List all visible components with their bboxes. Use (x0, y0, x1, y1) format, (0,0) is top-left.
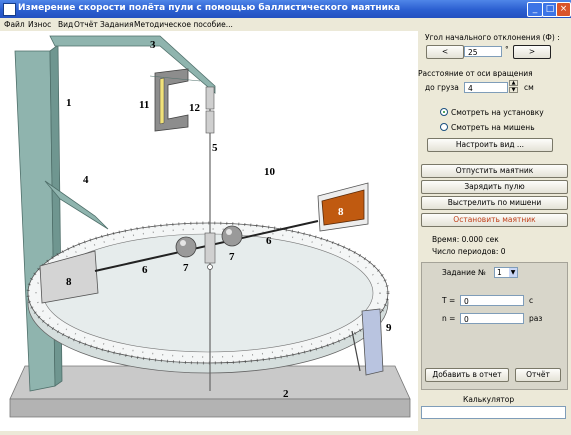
callout-6-right: 6 (266, 235, 272, 247)
release-pendulum-button[interactable]: Отпустить маятник (421, 164, 568, 178)
load-bullet-button[interactable]: Зарядить пулю (421, 180, 568, 194)
distance-unit: см (524, 83, 534, 92)
fire-button[interactable]: Выстрелить по мишени (421, 196, 568, 210)
radio-view-setup-label: Смотреть на установку (451, 108, 544, 117)
weight-left-highlight (180, 240, 186, 246)
add-to-report-button[interactable]: Добавить в отчет (425, 368, 509, 382)
callout-10: 10 (264, 166, 276, 178)
task-box: Задание № 1 ▼ T = 0 с n = 0 раз Добавить… (421, 262, 568, 390)
menu-tasks[interactable]: Задания (100, 20, 133, 29)
n-label: n = (442, 314, 456, 323)
pendulum-upper-clamp (205, 86, 215, 110)
calculator-input[interactable] (421, 406, 566, 419)
top-arm (49, 35, 216, 94)
control-panel: Угол начального отклонения (Ф) : < 25 ° … (418, 31, 571, 431)
time-readout: Время: 0.000 сек (432, 235, 499, 244)
callout-4: 4 (83, 174, 89, 186)
menu-report[interactable]: Отчёт (74, 20, 98, 29)
task-select-value: 1 (497, 268, 502, 277)
menu-file[interactable]: Файл (4, 20, 25, 29)
angle-decrease-button[interactable]: < (426, 45, 464, 59)
task-label: Задание № (442, 268, 486, 277)
weight-left (175, 236, 197, 258)
app-icon (3, 3, 16, 16)
angle-input[interactable]: 25 (464, 46, 502, 57)
task-select[interactable]: 1 ▼ (494, 267, 518, 278)
chevron-down-icon: ▼ (509, 268, 517, 277)
window-titlebar: Измерение скорости полёта пули с помощью… (0, 0, 571, 18)
callout-8-right: 8 (338, 206, 344, 218)
T-label: T = (442, 296, 456, 305)
angle-increase-button[interactable]: > (513, 45, 551, 59)
callout-9: 9 (386, 322, 392, 334)
n-input[interactable]: 0 (460, 313, 524, 324)
angle-label: Угол начального отклонения (Ф) : (425, 33, 560, 42)
report-button[interactable]: Отчёт (515, 368, 561, 382)
callout-12: 12 (189, 102, 201, 114)
target-stand-9 (361, 308, 384, 376)
pendulum-axis (207, 264, 213, 270)
distance-spin-down[interactable]: ▼ (509, 87, 518, 93)
callout-3: 3 (150, 39, 156, 51)
T-input[interactable]: 0 (460, 295, 524, 306)
calculator-label: Калькулятор (463, 395, 515, 404)
menu-wear[interactable]: Износ (28, 20, 51, 29)
weight-right-highlight (226, 229, 232, 235)
radio-view-target[interactable] (440, 123, 448, 131)
pendulum-scene[interactable]: 1 2 3 4 5 6 6 7 7 8 8 9 10 11 12 (0, 31, 419, 431)
callout-11: 11 (139, 99, 149, 111)
stand-column (14, 50, 56, 392)
distance-spin-up[interactable]: ▲ (509, 80, 518, 86)
callout-5: 5 (212, 142, 218, 154)
weight-right (221, 225, 243, 247)
pendulum-illustration: 1 2 3 4 5 6 6 7 7 8 8 9 10 11 12 (9, 35, 411, 418)
menu-bar: Файл Износ Вид Отчёт Задания Методическо… (0, 18, 571, 32)
menu-manual[interactable]: Методическое пособие... (134, 20, 233, 29)
callout-7-right: 7 (229, 251, 235, 263)
distance-label: Расстояние от оси вращения (418, 69, 533, 78)
minimize-button[interactable]: _ (527, 2, 543, 17)
radio-view-setup[interactable] (440, 108, 448, 116)
radio-view-target-label: Смотреть на мишень (451, 123, 535, 132)
callout-1: 1 (66, 97, 72, 109)
close-button[interactable]: × (556, 2, 571, 17)
T-unit: с (529, 296, 534, 305)
callout-2: 2 (283, 388, 289, 400)
distance-input[interactable]: 4 (464, 82, 508, 93)
menu-view[interactable]: Вид (58, 20, 73, 29)
pendulum-lower-clamp (205, 110, 215, 134)
magnet-coil (159, 77, 165, 125)
n-unit: раз (529, 314, 543, 323)
distance-to-label: до груза (425, 83, 459, 92)
callout-8-left: 8 (66, 276, 72, 288)
stop-pendulum-button[interactable]: Остановить маятник (421, 213, 568, 227)
callout-7-left: 7 (183, 262, 189, 274)
window-title: Измерение скорости полёта пули с помощью… (18, 3, 401, 13)
periods-readout: Число периодов: 0 (432, 247, 506, 256)
base-plate-front (9, 398, 411, 418)
configure-view-button[interactable]: Настроить вид ... (427, 138, 553, 152)
pendulum-hub (204, 232, 216, 264)
callout-6-left: 6 (142, 264, 148, 276)
angle-unit: ° (505, 45, 509, 54)
